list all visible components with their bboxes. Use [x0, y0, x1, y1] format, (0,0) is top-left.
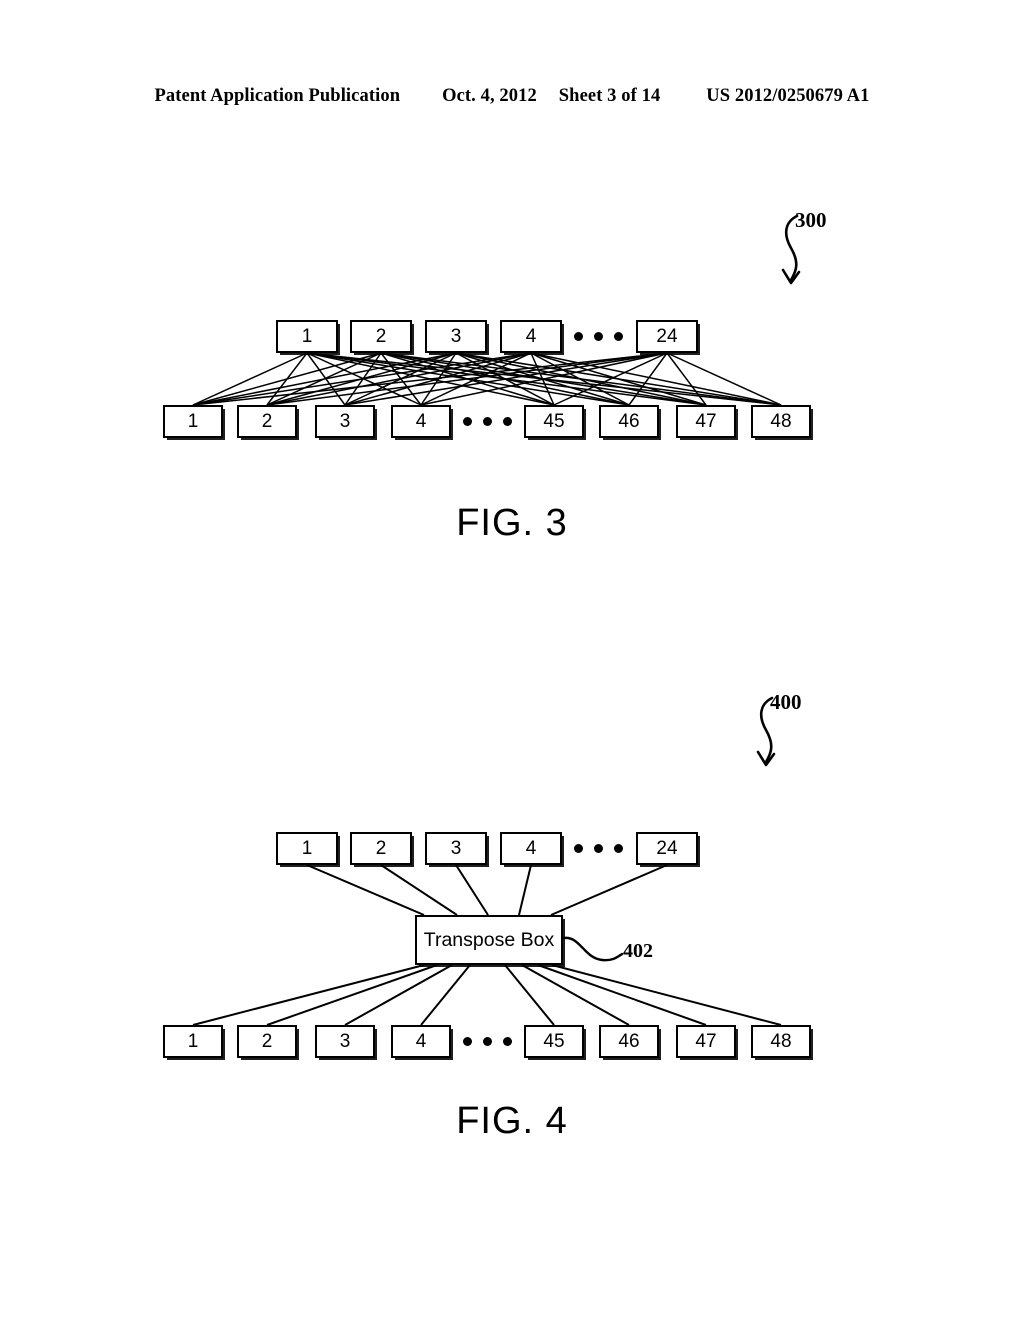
- header-publication-title: Patent Application Publication: [154, 86, 401, 106]
- ellipsis-dot-icon: [503, 1037, 512, 1046]
- fig3-top-node-24[interactable]: 24: [636, 320, 698, 353]
- patent-header: Patent Application Publication Oct. 4, 2…: [0, 86, 1024, 107]
- fig4-bottom-row-ellipsis: [463, 1037, 512, 1046]
- figure-400-caption: FIG. 4: [456, 1100, 568, 1142]
- ellipsis-dot-icon: [463, 1037, 472, 1046]
- fig3-bottom-node-1-label: 1: [187, 411, 199, 432]
- fig3-bottom-node-46[interactable]: 46: [599, 405, 659, 438]
- reference-lead-line-400: [756, 696, 776, 767]
- reference-lead-line-300: [781, 214, 801, 285]
- fig3-top-node-1[interactable]: 1: [276, 320, 338, 353]
- ellipsis-dot-icon: [614, 844, 623, 853]
- fig3-bottom-node-45-label: 45: [543, 411, 565, 432]
- fig4-bottom-node-45[interactable]: 45: [524, 1025, 584, 1058]
- fig3-bottom-node-45[interactable]: 45: [524, 405, 584, 438]
- reference-lead-line-402: [562, 936, 624, 962]
- fig4-bottom-node-3-label: 3: [339, 1031, 351, 1052]
- ellipsis-dot-icon: [594, 844, 603, 853]
- transpose-connection-lines: [192, 864, 782, 1026]
- ellipsis-dot-icon: [463, 417, 472, 426]
- fig4-bottom-node-2-label: 2: [261, 1031, 273, 1052]
- fig3-bottom-node-47[interactable]: 47: [676, 405, 736, 438]
- fig4-top-node-2-label: 2: [375, 838, 387, 859]
- fig3-top-row-ellipsis: [574, 332, 623, 341]
- fig3-bottom-node-2-label: 2: [261, 411, 273, 432]
- header-sheet-number: Sheet 3 of 14: [558, 86, 661, 106]
- fig3-bottom-node-48-label: 48: [770, 411, 792, 432]
- fig4-top-node-24[interactable]: 24: [636, 832, 698, 865]
- figure-300-diagram: 1 2 3 4 24 1 2 3 4 45 46 47 48: [0, 180, 1024, 470]
- header-publication-date: Oct. 4, 2012: [442, 86, 537, 106]
- fig4-top-node-4[interactable]: 4: [500, 832, 562, 865]
- fig3-bottom-node-4[interactable]: 4: [391, 405, 451, 438]
- fig3-bottom-node-4-label: 4: [415, 411, 427, 432]
- figure-400-diagram: 1 2 3 4 24 Transpose Box 402 1 2 3 4 45 …: [0, 660, 1024, 1080]
- fig3-bottom-node-3[interactable]: 3: [315, 405, 375, 438]
- fig3-bottom-node-47-label: 47: [695, 411, 717, 432]
- fig4-bottom-node-2[interactable]: 2: [237, 1025, 297, 1058]
- fig4-bottom-node-46-label: 46: [618, 1031, 640, 1052]
- fig4-bottom-node-47[interactable]: 47: [676, 1025, 736, 1058]
- fig4-bottom-node-4[interactable]: 4: [391, 1025, 451, 1058]
- figure-400: 400 1 2 3 4 24 Transpose Box 402 1 2 3 4…: [0, 660, 1024, 1220]
- fig4-bottom-node-3[interactable]: 3: [315, 1025, 375, 1058]
- fig4-top-node-24-label: 24: [656, 838, 678, 859]
- fig3-bottom-node-46-label: 46: [618, 411, 640, 432]
- ellipsis-dot-icon: [574, 332, 583, 341]
- fig3-top-node-1-label: 1: [301, 326, 313, 347]
- transpose-box-label: Transpose Box: [423, 928, 555, 951]
- fig3-top-node-2-label: 2: [375, 326, 387, 347]
- fig4-top-node-4-label: 4: [525, 838, 537, 859]
- fig4-bottom-node-47-label: 47: [695, 1031, 717, 1052]
- ellipsis-dot-icon: [483, 1037, 492, 1046]
- header-patent-number: US 2012/0250679 A1: [706, 86, 870, 106]
- ellipsis-dot-icon: [483, 417, 492, 426]
- fig4-bottom-node-48-label: 48: [770, 1031, 792, 1052]
- fig4-top-node-3[interactable]: 3: [425, 832, 487, 865]
- fig4-bottom-node-46[interactable]: 46: [599, 1025, 659, 1058]
- fig3-bottom-node-3-label: 3: [339, 411, 351, 432]
- fig3-top-node-24-label: 24: [656, 326, 678, 347]
- figure-300: 300 1 2 3 4 24 1 2 3 4 45 46 47 48 FIG. …: [0, 180, 1024, 560]
- fig3-top-node-2[interactable]: 2: [350, 320, 412, 353]
- fig4-bottom-node-48[interactable]: 48: [751, 1025, 811, 1058]
- ellipsis-dot-icon: [574, 844, 583, 853]
- fig3-top-node-3-label: 3: [450, 326, 462, 347]
- fig4-top-node-3-label: 3: [450, 838, 462, 859]
- fig4-top-row-ellipsis: [574, 844, 623, 853]
- fig4-bottom-node-45-label: 45: [543, 1031, 565, 1052]
- ellipsis-dot-icon: [614, 332, 623, 341]
- fig3-bottom-node-48[interactable]: 48: [751, 405, 811, 438]
- transpose-box[interactable]: Transpose Box: [415, 915, 563, 965]
- fig3-top-node-4-label: 4: [525, 326, 537, 347]
- fig3-top-node-3[interactable]: 3: [425, 320, 487, 353]
- fig4-top-node-2[interactable]: 2: [350, 832, 412, 865]
- fig4-bottom-node-1-label: 1: [187, 1031, 199, 1052]
- fig3-bottom-node-2[interactable]: 2: [237, 405, 297, 438]
- figure-300-caption: FIG. 3: [456, 502, 568, 544]
- fig3-top-node-4[interactable]: 4: [500, 320, 562, 353]
- fig4-top-node-1[interactable]: 1: [276, 832, 338, 865]
- fig4-top-node-1-label: 1: [301, 838, 313, 859]
- fig3-bottom-node-1[interactable]: 1: [163, 405, 223, 438]
- fig4-bottom-node-4-label: 4: [415, 1031, 427, 1052]
- ellipsis-dot-icon: [594, 332, 603, 341]
- fig3-bottom-row-ellipsis: [463, 417, 512, 426]
- fig4-bottom-node-1[interactable]: 1: [163, 1025, 223, 1058]
- ellipsis-dot-icon: [503, 417, 512, 426]
